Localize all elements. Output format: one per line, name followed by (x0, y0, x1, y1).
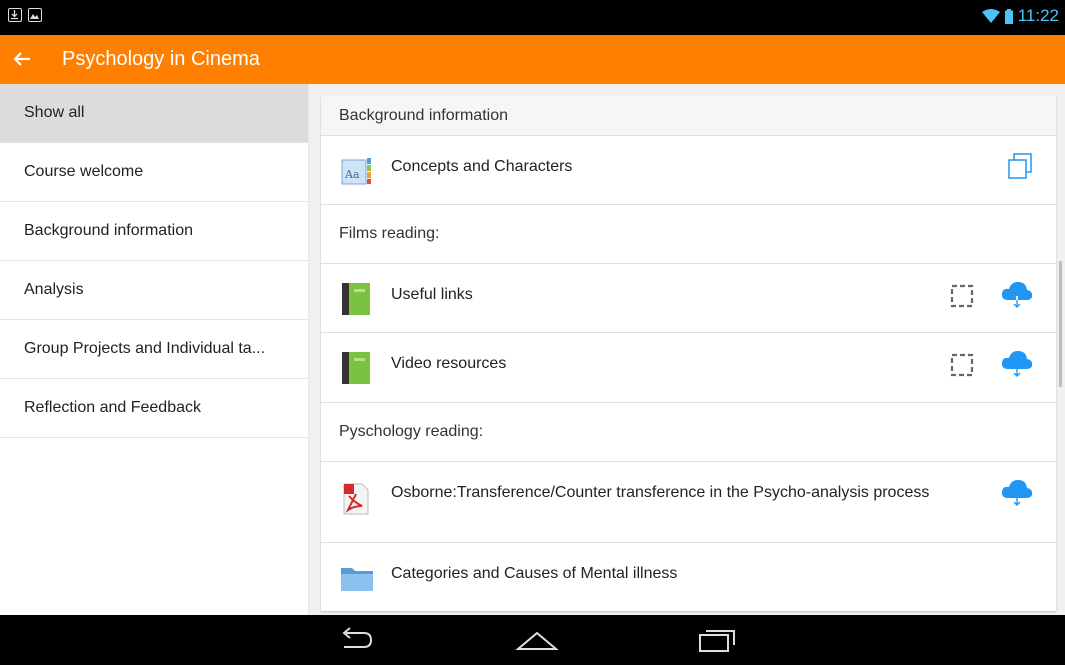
sidebar-item-label: Course welcome (24, 163, 144, 180)
app-bar: Psychology in Cinema (0, 35, 1065, 84)
page-title: Psychology in Cinema (62, 48, 260, 70)
sidebar-item-analysis[interactable]: Analysis (0, 261, 308, 320)
item-label: Concepts and Characters (391, 158, 573, 175)
select-box-icon[interactable] (950, 351, 976, 382)
section-title: Background information (321, 96, 1056, 136)
back-icon[interactable] (338, 627, 374, 658)
download-notification-icon (8, 8, 22, 22)
list-item[interactable]: Osborne:Transference/Counter transferenc… (321, 462, 1056, 543)
section-card: Background information Aa Concepts and C… (321, 96, 1056, 611)
recent-apps-icon[interactable] (698, 627, 736, 658)
system-nav-bar (0, 615, 1065, 665)
item-label: Video resources (391, 355, 507, 372)
subheader-films-reading: Films reading: (321, 205, 1056, 264)
list-item[interactable]: Categories and Causes of Mental illness (321, 543, 1056, 611)
sidebar-item-course-welcome[interactable]: Course welcome (0, 143, 308, 202)
sidebar-item-label: Group Projects and Individual ta... (24, 340, 266, 357)
section-sidebar: Show all Course welcome Background infor… (0, 84, 309, 615)
folder-icon (340, 561, 373, 593)
status-bar: 11:22 (0, 0, 1065, 35)
item-label: Osborne:Transference/Counter transferenc… (391, 484, 930, 501)
scrollbar[interactable] (1059, 261, 1062, 387)
back-arrow-icon[interactable] (0, 47, 44, 73)
copy-icon[interactable] (1006, 152, 1034, 185)
list-item[interactable]: Useful links (321, 264, 1056, 333)
home-icon[interactable] (515, 627, 559, 658)
cloud-download-icon[interactable] (1000, 349, 1034, 384)
sidebar-item-label: Show all (24, 104, 85, 121)
section-title-text: Background information (339, 106, 508, 124)
item-label: Categories and Causes of Mental illness (391, 565, 678, 582)
sidebar-item-label: Analysis (24, 281, 84, 298)
sidebar-item-reflection-feedback[interactable]: Reflection and Feedback (0, 379, 308, 438)
svg-text:Aa: Aa (344, 168, 360, 181)
book-icon (340, 351, 372, 384)
cloud-download-icon[interactable] (1000, 280, 1034, 315)
pdf-icon (340, 482, 372, 515)
sidebar-item-group-projects[interactable]: Group Projects and Individual ta... (0, 320, 308, 379)
cloud-download-icon[interactable] (1000, 478, 1034, 513)
wifi-icon (981, 9, 1000, 23)
book-icon (340, 282, 372, 315)
subheader-text: Films reading: (339, 225, 440, 242)
list-item[interactable]: Aa Concepts and Characters (321, 136, 1056, 205)
item-label: Useful links (391, 286, 473, 303)
sidebar-item-label: Background information (24, 222, 193, 239)
sidebar-item-label: Reflection and Feedback (24, 399, 201, 416)
sidebar-item-show-all[interactable]: Show all (0, 84, 308, 143)
glossary-icon: Aa (340, 154, 372, 186)
list-item[interactable]: Video resources (321, 333, 1056, 403)
sidebar-item-background-information[interactable]: Background information (0, 202, 308, 261)
image-notification-icon (28, 8, 42, 22)
main-content: Background information Aa Concepts and C… (309, 84, 1065, 615)
subheader-text: Pyschology reading: (339, 423, 484, 440)
subheader-psychology-reading: Pyschology reading: (321, 403, 1056, 462)
select-box-icon[interactable] (950, 282, 976, 313)
status-time: 11:22 (1017, 6, 1059, 25)
battery-icon (1004, 8, 1013, 24)
